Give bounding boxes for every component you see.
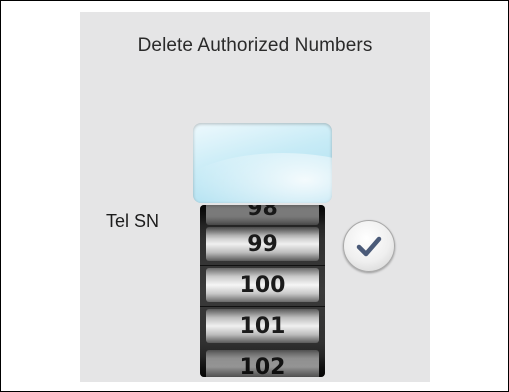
picker-item-next[interactable]: 101 xyxy=(206,309,319,343)
picker-item-prev-partial[interactable]: 98 xyxy=(206,205,319,225)
tel-sn-picker[interactable]: 98 99 100 101 102 xyxy=(200,205,325,377)
checkmark-icon xyxy=(356,235,382,257)
tel-sn-label: Tel SN xyxy=(106,211,160,231)
confirm-button[interactable] xyxy=(343,220,395,272)
preview-card-image xyxy=(193,123,332,203)
dialog-panel: Delete Authorized Numbers Tel SN 98 99 1… xyxy=(80,12,430,382)
picker-item-next-partial[interactable]: 102 xyxy=(206,350,319,377)
dialog-title: Delete Authorized Numbers xyxy=(137,35,373,56)
picker-item-prev[interactable]: 99 xyxy=(206,227,319,261)
picker-item-selected[interactable]: 100 xyxy=(206,268,319,302)
